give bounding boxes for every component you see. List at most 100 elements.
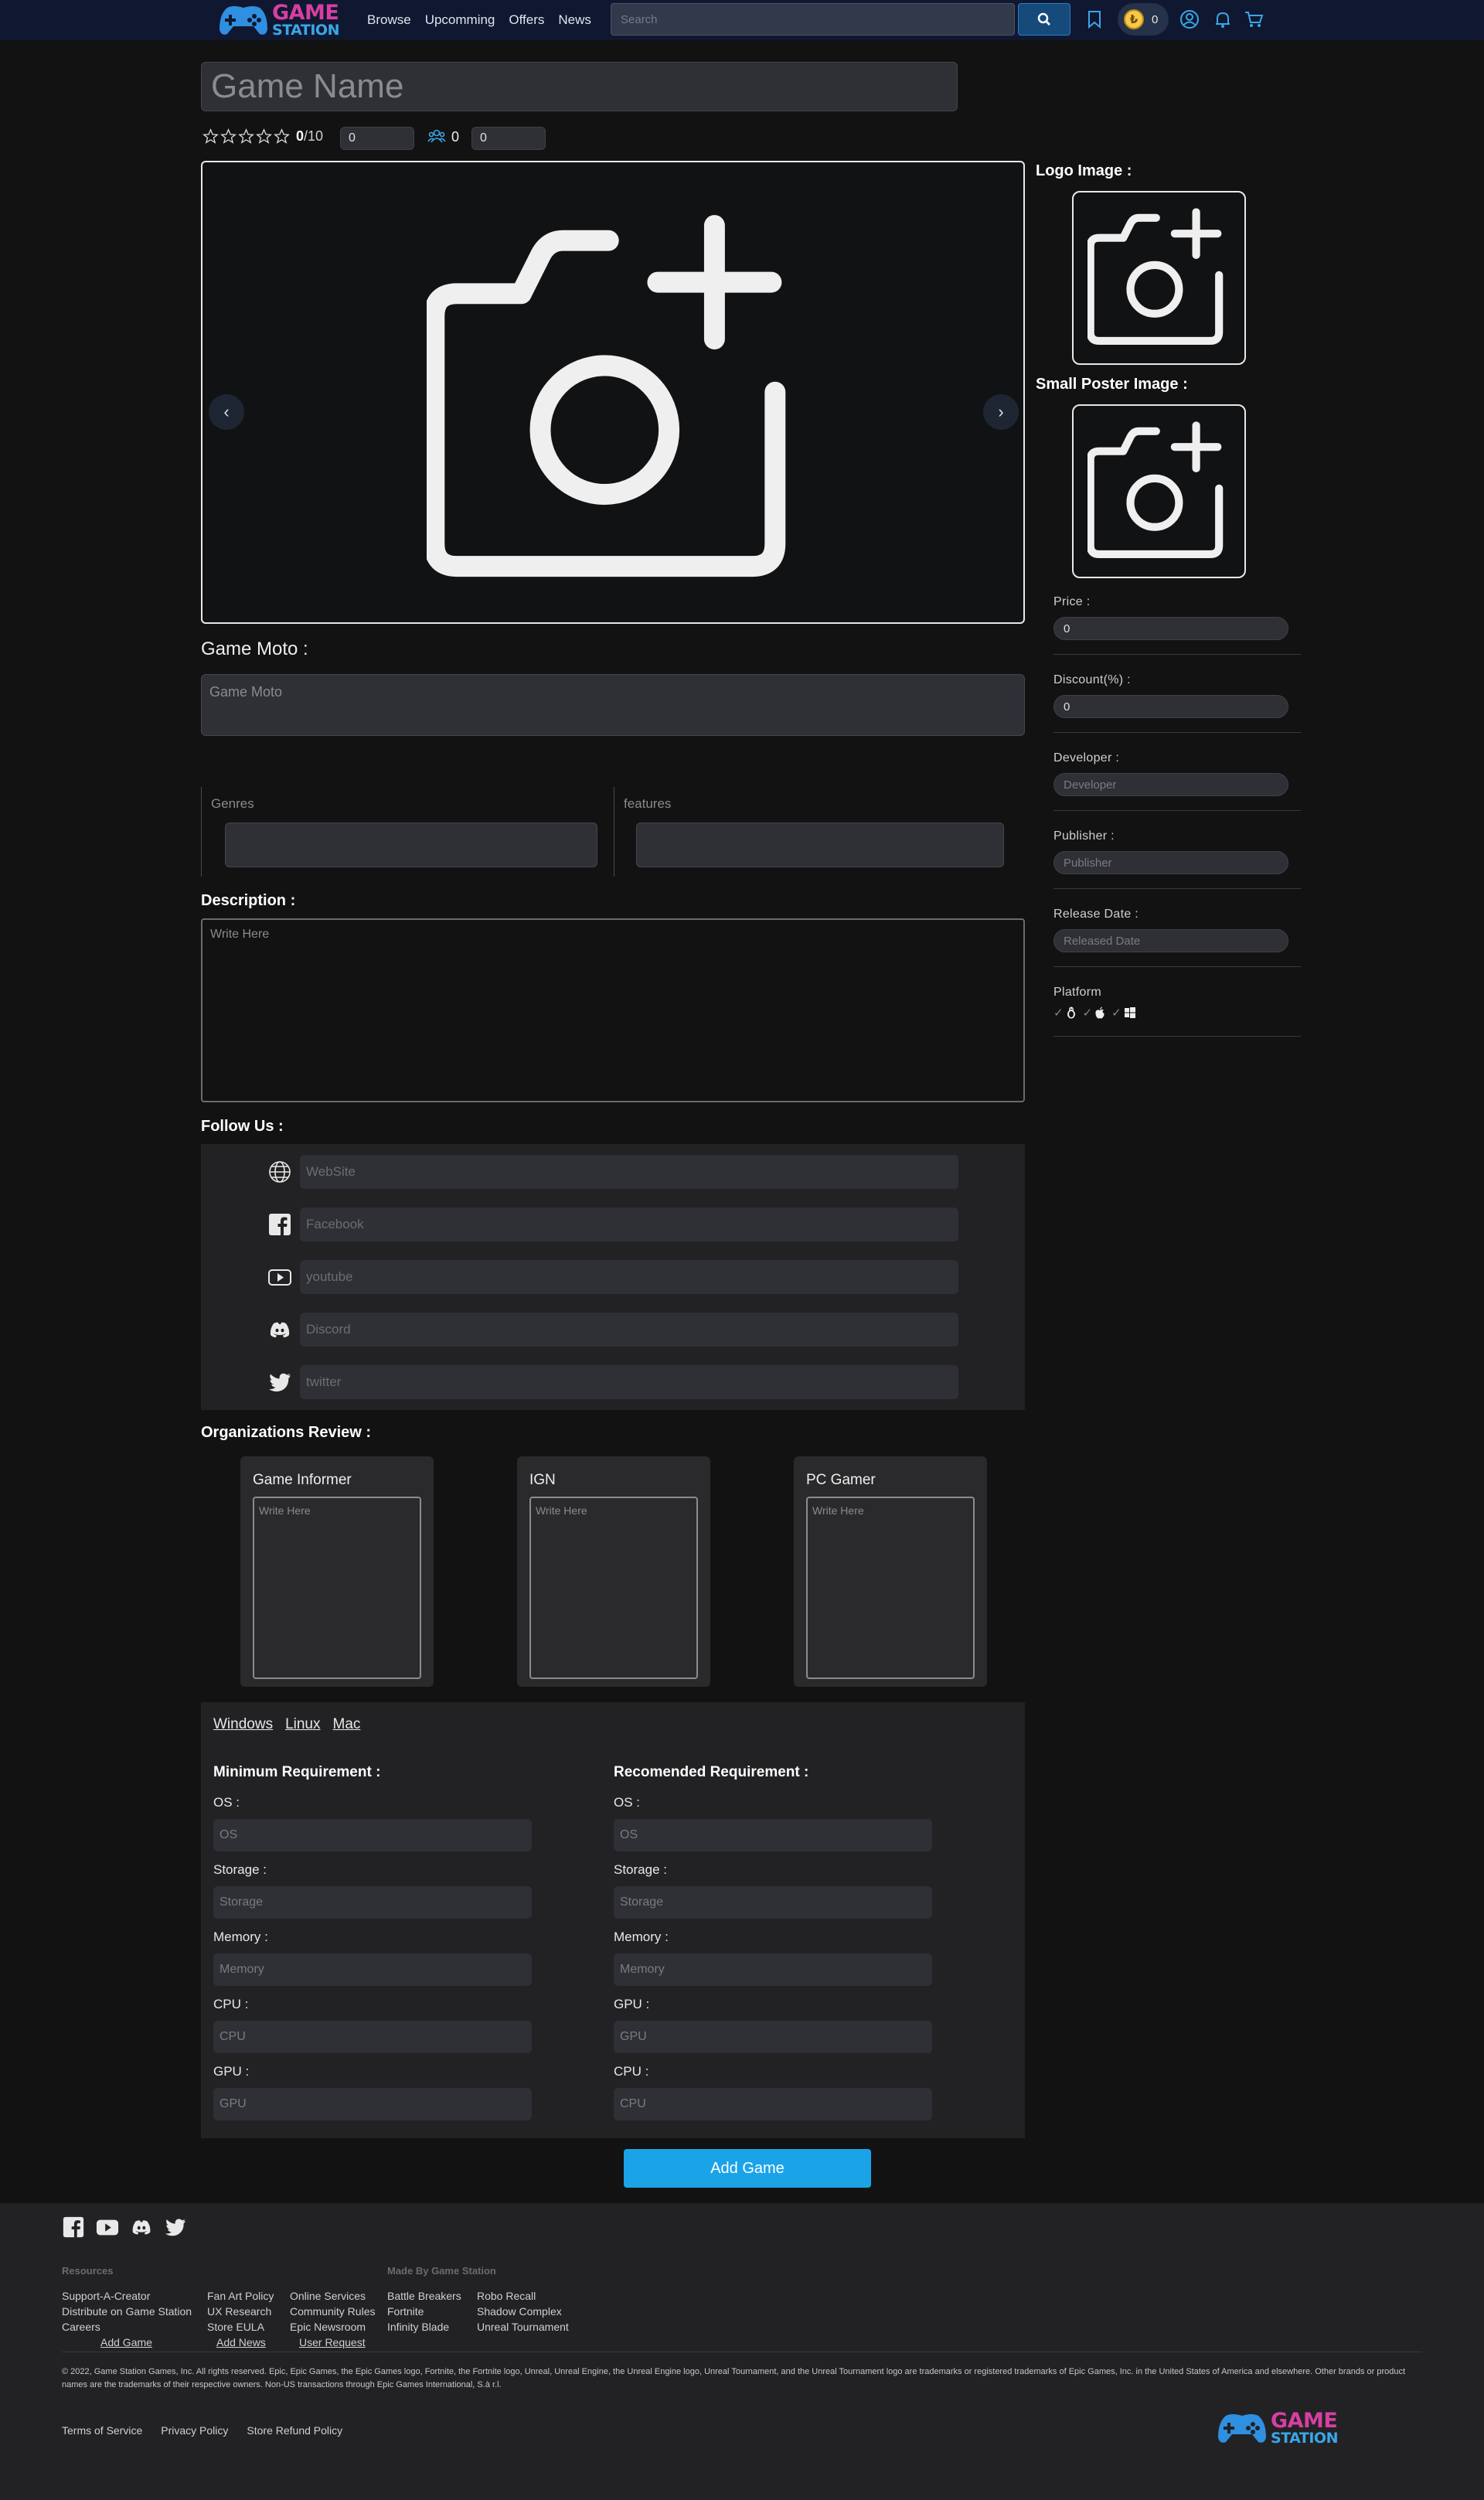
search-button[interactable] [1018, 3, 1070, 36]
discord-input[interactable] [300, 1313, 958, 1347]
description-input[interactable] [201, 918, 1025, 1102]
tab-windows[interactable]: Windows [213, 1716, 273, 1733]
org-review-input[interactable] [253, 1497, 421, 1679]
windows-icon [1124, 1007, 1135, 1018]
rating-input[interactable] [340, 127, 414, 150]
footer-link-add-news[interactable]: Add News [216, 2335, 274, 2350]
star-icon[interactable] [220, 128, 237, 145]
logo-image-upload[interactable] [1072, 191, 1246, 365]
footer-link[interactable]: Support-A-Creator [62, 2288, 192, 2304]
tab-mac[interactable]: Mac [333, 1716, 361, 1733]
release-date-field: Release Date : [1053, 908, 1301, 952]
coin-count: 0 [1152, 12, 1159, 26]
youtube-icon [268, 1269, 291, 1286]
search-input[interactable] [611, 3, 1015, 36]
footer-link[interactable]: Careers [62, 2319, 192, 2335]
footer-logo[interactable]: GAME STATION [1217, 2410, 1338, 2446]
footer-link[interactable]: Distribute on Game Station [62, 2304, 192, 2319]
org-review-input[interactable] [806, 1497, 975, 1679]
bookmark-icon[interactable] [1084, 9, 1104, 29]
youtube-input[interactable] [300, 1260, 958, 1294]
rec-gpu-input[interactable] [614, 2021, 932, 2053]
min-storage-input[interactable] [213, 1886, 532, 1919]
discord-icon[interactable] [130, 2216, 153, 2239]
nav-link-offers[interactable]: Offers [509, 12, 544, 28]
release-date-input[interactable] [1053, 929, 1288, 952]
site-logo[interactable]: GAME STATION [218, 2, 356, 39]
nav-link-browse[interactable]: Browse [367, 12, 411, 28]
min-cpu-input[interactable] [213, 2021, 532, 2053]
discount-input[interactable] [1053, 695, 1288, 718]
terms-of-service-link[interactable]: Terms of Service [62, 2424, 142, 2437]
footer-link[interactable]: Epic Newsroom [290, 2319, 375, 2335]
footer-link[interactable]: Infinity Blade [387, 2319, 461, 2335]
website-input[interactable] [300, 1155, 958, 1189]
facebook-icon[interactable] [62, 2216, 85, 2239]
carousel-next-button[interactable]: › [983, 394, 1019, 430]
nav-link-upcoming[interactable]: Upcomming [425, 12, 495, 28]
add-game-button[interactable]: Add Game [624, 2149, 871, 2188]
social-links-panel [201, 1144, 1025, 1410]
recommended-requirements: Recomended Requirement : OS : Storage : … [614, 1764, 934, 2131]
footer-link[interactable]: Fortnite [387, 2304, 461, 2319]
bell-icon[interactable] [1213, 9, 1233, 29]
discount-field: Discount(%) : [1053, 673, 1301, 718]
genres-select[interactable] [225, 823, 597, 867]
developer-input[interactable] [1053, 773, 1288, 796]
rec-cpu-input[interactable] [614, 2088, 932, 2120]
platform-windows[interactable]: ✓ [1111, 1006, 1136, 1020]
rec-memory-input[interactable] [614, 1953, 932, 1986]
refund-policy-link[interactable]: Store Refund Policy [247, 2424, 342, 2437]
gamepad-icon [220, 6, 267, 35]
min-memory-input[interactable] [213, 1953, 532, 1986]
price-input[interactable] [1053, 617, 1288, 640]
minimum-requirement-title: Minimum Requirement : [213, 1764, 381, 1780]
footer-link[interactable]: Robo Recall [477, 2288, 569, 2304]
divider [1053, 732, 1301, 733]
main-image-upload[interactable]: ‹ › [201, 161, 1025, 624]
game-moto-input[interactable] [201, 674, 1025, 736]
cart-icon[interactable] [1244, 9, 1264, 29]
user-icon[interactable] [1179, 9, 1200, 29]
social-row-twitter [267, 1365, 958, 1399]
facebook-icon [269, 1214, 291, 1235]
users-input[interactable] [471, 127, 546, 150]
twitter-icon[interactable] [164, 2216, 187, 2239]
youtube-icon[interactable] [96, 2216, 119, 2239]
carousel-prev-button[interactable]: ‹ [209, 394, 244, 430]
footer-link[interactable]: Battle Breakers [387, 2288, 461, 2304]
org-review-input[interactable] [529, 1497, 698, 1679]
footer-link[interactable]: Store EULA [207, 2319, 274, 2335]
star-icon[interactable] [256, 128, 272, 145]
coin-balance[interactable]: ₺ 0 [1118, 3, 1169, 36]
footer-link[interactable]: Unreal Tournament [477, 2319, 569, 2335]
twitter-icon [269, 1373, 291, 1391]
footer-link[interactable]: Online Services [290, 2288, 375, 2304]
nav-link-news[interactable]: News [558, 12, 591, 28]
facebook-input[interactable] [300, 1207, 958, 1241]
features-select[interactable] [636, 823, 1004, 867]
platform-linux[interactable]: ✓ [1053, 1006, 1077, 1020]
footer-link[interactable]: Shadow Complex [477, 2304, 569, 2319]
footer-link[interactable]: Fan Art Policy [207, 2288, 274, 2304]
star-icon[interactable] [274, 128, 290, 145]
footer-link-user-request[interactable]: User Request [299, 2335, 375, 2350]
rec-os-input[interactable] [614, 1819, 932, 1851]
add-photo-icon [1087, 208, 1224, 345]
privacy-policy-link[interactable]: Privacy Policy [161, 2424, 228, 2437]
footer-link[interactable]: Community Rules [290, 2304, 375, 2319]
footer-link[interactable]: UX Research [207, 2304, 274, 2319]
req-label: GPU : [614, 1997, 650, 2011]
star-icon[interactable] [238, 128, 254, 145]
star-icon[interactable] [203, 128, 219, 145]
game-name-input[interactable] [201, 62, 958, 111]
min-os-input[interactable] [213, 1819, 532, 1851]
tab-linux[interactable]: Linux [285, 1716, 320, 1733]
footer-link-add-game[interactable]: Add Game [100, 2335, 192, 2350]
min-gpu-input[interactable] [213, 2088, 532, 2120]
twitter-input[interactable] [300, 1365, 958, 1399]
platform-mac[interactable]: ✓ [1083, 1006, 1106, 1020]
publisher-input[interactable] [1053, 851, 1288, 874]
poster-image-upload[interactable] [1072, 404, 1246, 578]
rec-storage-input[interactable] [614, 1886, 932, 1919]
